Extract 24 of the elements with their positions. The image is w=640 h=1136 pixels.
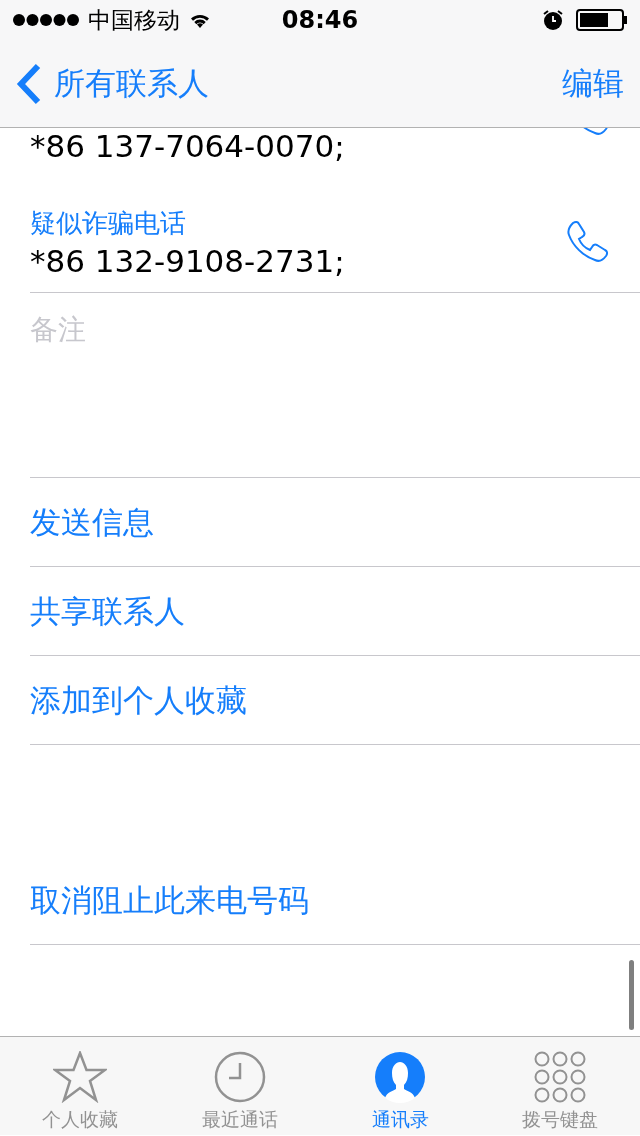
contacts-icon bbox=[374, 1051, 426, 1103]
carrier-name: 中国移动 bbox=[88, 5, 180, 35]
keypad-icon bbox=[533, 1051, 587, 1103]
back-chevron-icon bbox=[16, 62, 42, 105]
action-link[interactable]: 添加到个人收藏 bbox=[30, 656, 640, 745]
clock-icon bbox=[214, 1051, 266, 1103]
tab-item[interactable]: 最近通话 bbox=[160, 1037, 320, 1135]
alarm-icon bbox=[542, 9, 564, 31]
tab-item[interactable]: 个人收藏 bbox=[0, 1037, 160, 1135]
tab-item[interactable]: 通讯录 bbox=[320, 1037, 480, 1135]
scrollbar bbox=[629, 960, 634, 1030]
back-button[interactable]: 所有联系人 bbox=[16, 62, 209, 105]
unblock-link[interactable]: 取消阻止此来电号码 bbox=[30, 856, 640, 945]
battery-icon bbox=[576, 9, 628, 31]
clock-time: 08:46 bbox=[281, 6, 359, 34]
phone-number: *86 137-7064-0070; bbox=[30, 128, 346, 164]
action-link[interactable]: 发送信息 bbox=[30, 478, 640, 567]
phone-number: *86 132-9108-2731; bbox=[30, 242, 346, 279]
action-link[interactable]: 共享联系人 bbox=[30, 567, 640, 656]
edit-button[interactable]: 编辑 bbox=[562, 62, 624, 105]
signal-icon bbox=[12, 13, 80, 27]
tab-item[interactable]: 拨号键盘 bbox=[480, 1037, 640, 1135]
star-icon bbox=[53, 1051, 107, 1103]
phone-label: 疑似诈骗电话 bbox=[30, 206, 187, 240]
